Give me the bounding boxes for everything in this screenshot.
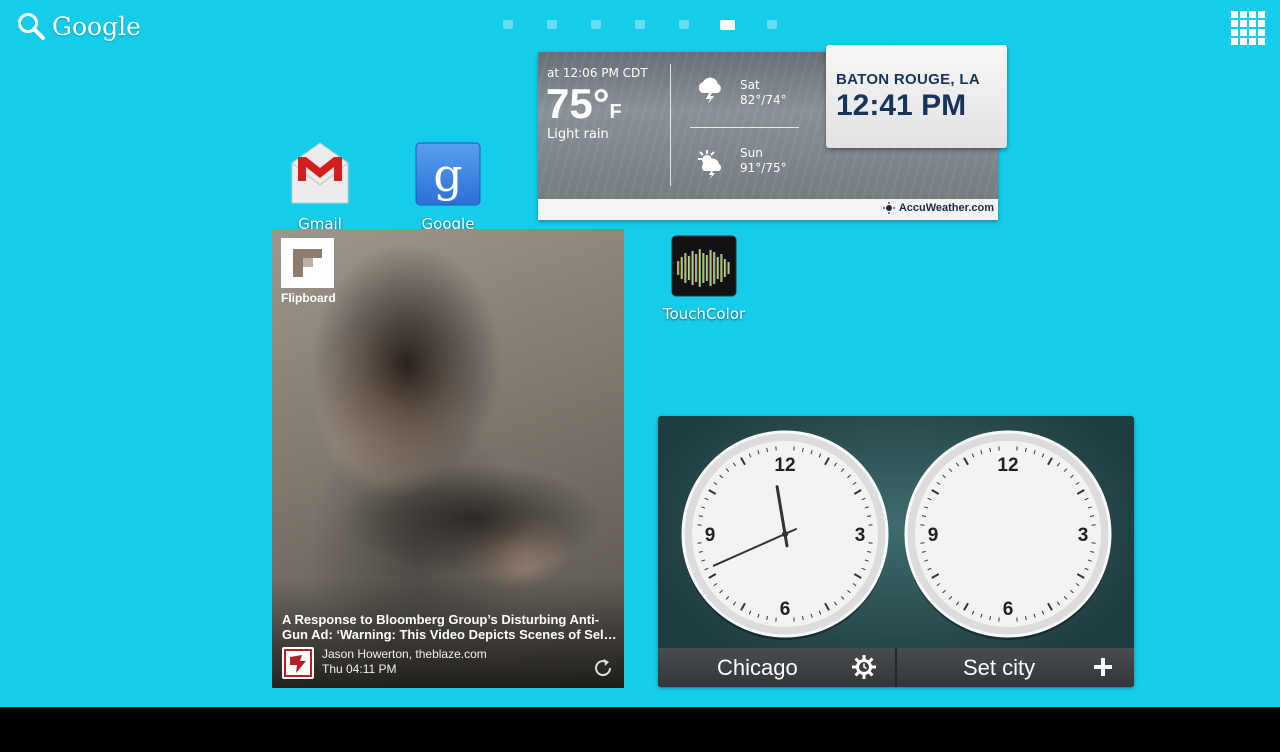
headline-line-2: Gun Ad: ‘Warning: This Video Depicts Sce…	[282, 627, 617, 642]
page-dot-active	[720, 20, 735, 30]
flipboard-widget[interactable]: Flipboard A Response to Bloomberg Group’…	[272, 229, 624, 688]
forecast-day-1: Sat	[740, 78, 760, 92]
google-app-icon[interactable]: g Google	[393, 141, 503, 233]
clock-numeral: 3	[1078, 525, 1089, 546]
temperature-unit: F	[609, 101, 622, 123]
article-author: Jason Howerton, theblaze.com	[322, 647, 487, 661]
clock-faces: 12 3 6 9 12 3 6 9	[681, 430, 1112, 640]
alarm-settings-icon[interactable]	[851, 654, 877, 680]
flipboard-logo[interactable]	[281, 238, 334, 288]
headline-line-1: A Response to Bloomberg Group’s Disturbi…	[282, 612, 600, 627]
forecast-temps-2: 91°/75°	[740, 161, 787, 175]
weather-as-of: at 12:06 PM CDT	[547, 66, 648, 80]
local-time: 12:41 PM	[836, 89, 967, 122]
navigation-bar	[0, 707, 1280, 752]
forecast-temps-1: 82°/74°	[740, 93, 787, 107]
touchcolor-label: TouchColor	[662, 305, 746, 323]
article-headline[interactable]: A Response to Bloomberg Group’s Disturbi…	[282, 612, 617, 642]
touchcolor-app-icon[interactable]: TouchColor	[649, 235, 759, 323]
page-dot	[679, 20, 689, 29]
search-icon	[18, 13, 45, 40]
clock-set-city[interactable]: Set city	[963, 655, 1035, 681]
app-grid-icon	[1231, 11, 1265, 45]
local-time-card[interactable]: BATON ROUGE, LA 12:41 PM	[826, 45, 1007, 148]
clock-numeral: 12	[774, 455, 795, 476]
current-temperature: 75°	[546, 80, 610, 127]
all-apps-button[interactable]	[1230, 10, 1266, 46]
page-dot	[547, 20, 557, 29]
weather-condition: Light rain	[547, 127, 609, 142]
forecast-day-2: Sun	[740, 146, 763, 160]
clock-numeral: 6	[1003, 599, 1014, 620]
source-logo	[282, 647, 314, 679]
plus-icon[interactable]	[1090, 654, 1116, 680]
analog-clock-2: 12 3 6 9	[904, 430, 1112, 640]
page-indicator	[498, 18, 788, 32]
analog-clock-1: 12 3 6 9	[681, 430, 889, 640]
clock-numeral: 12	[997, 455, 1018, 476]
refresh-icon[interactable]	[592, 657, 614, 679]
google-search-bar[interactable]: Google	[16, 8, 141, 44]
page-dot	[591, 20, 601, 29]
flipboard-label: Flipboard	[281, 291, 336, 305]
clock-numeral: 6	[780, 599, 791, 620]
partly-cloudy-storm-icon	[698, 150, 722, 179]
weather-footer: AccuWeather.com	[538, 199, 998, 220]
clock-numeral: 9	[705, 525, 716, 546]
page-dot	[767, 20, 777, 29]
theblaze-logo-icon	[284, 649, 312, 677]
clock-numeral: 3	[855, 525, 866, 546]
accuweather-label: AccuWeather.com	[898, 202, 994, 214]
sun-icon	[882, 202, 895, 214]
gmail-icon	[291, 142, 349, 204]
article-time: Thu 04:11 PM	[322, 662, 397, 676]
google-g-icon: g	[415, 142, 481, 206]
weather-divider	[670, 64, 671, 186]
forecast-divider	[690, 127, 799, 128]
page-dot	[635, 20, 645, 29]
weather-city: BATON ROUGE, LA	[836, 71, 980, 88]
svg-text:g: g	[433, 148, 462, 202]
flipboard-icon	[293, 249, 322, 277]
clock-city-chicago[interactable]: Chicago	[717, 655, 798, 681]
gmail-app-icon[interactable]: Gmail	[265, 141, 375, 233]
world-clock-widget[interactable]: 12 3 6 9 12 3 6 9 Chicago Set city	[658, 416, 1134, 687]
thunderstorm-icon	[698, 77, 721, 104]
clock-numeral: 9	[928, 525, 939, 546]
page-dot	[503, 20, 513, 29]
equalizer-icon	[671, 235, 737, 297]
accuweather-link[interactable]: AccuWeather.com	[882, 202, 994, 214]
city-bar-divider	[895, 648, 897, 687]
google-search-label: Google	[52, 11, 141, 41]
